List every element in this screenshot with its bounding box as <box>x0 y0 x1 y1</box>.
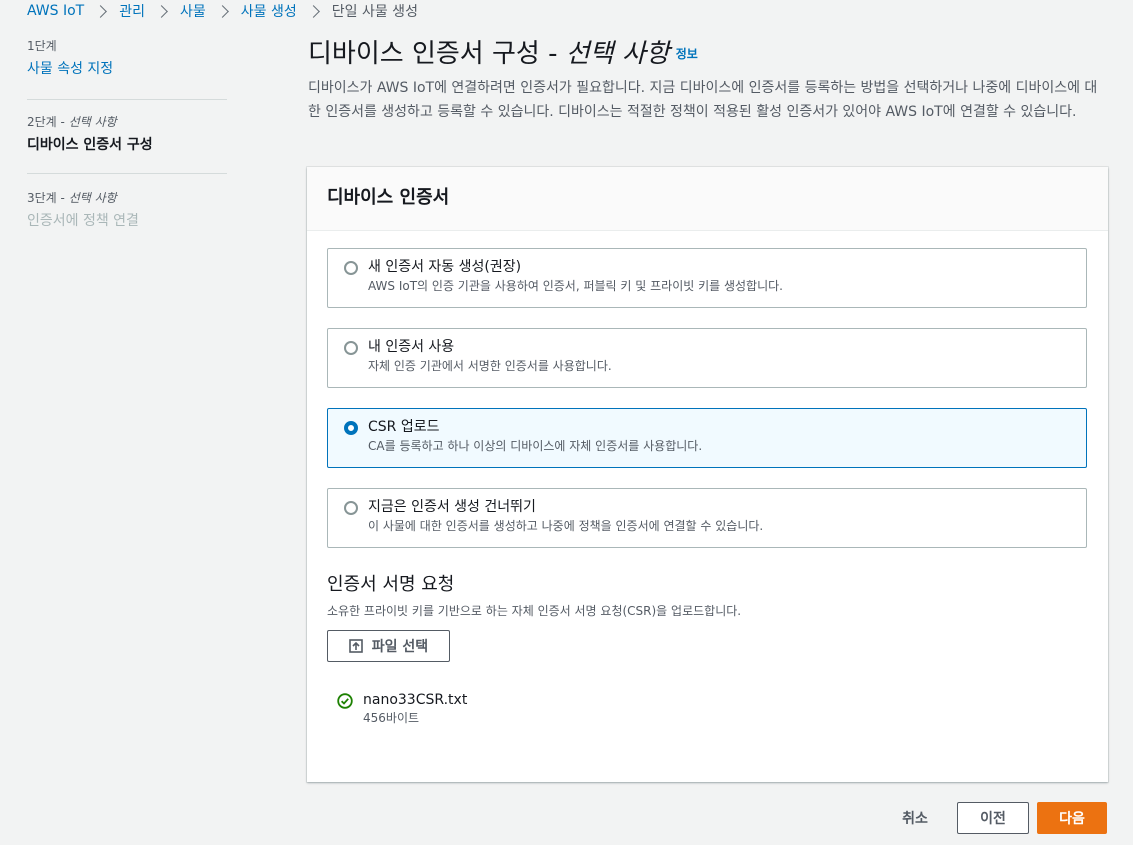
info-link[interactable]: 정보 <box>676 47 698 61</box>
chevron-right-icon <box>215 4 229 18</box>
page-title-optional: 선택 사항 <box>565 39 670 69</box>
file-name: nano33CSR.txt <box>363 692 468 708</box>
option-description: 자체 인증 기관에서 서명한 인증서를 사용합니다. <box>368 359 612 373</box>
breadcrumb-create-things[interactable]: 사물 생성 <box>241 1 297 21</box>
radio-button[interactable] <box>344 501 358 515</box>
radio-button[interactable] <box>344 261 358 275</box>
option-description: AWS IoT의 인증 기관을 사용하여 인증서, 퍼블릭 키 및 프라이빗 키… <box>368 279 783 293</box>
step-2-optional: 선택 사항 <box>68 115 117 129</box>
csr-description: 소유한 프라이빗 키를 기반으로 하는 자체 인증서 서명 요청(CSR)을 업… <box>327 604 742 618</box>
csr-title: 인증서 서명 요청 <box>327 574 455 595</box>
step-1-title[interactable]: 사물 속성 지정 <box>27 59 227 79</box>
check-circle-icon <box>337 693 353 709</box>
panel-header: 디바이스 인증서 <box>307 167 1108 231</box>
page-title: 디바이스 인증서 구성 - 선택 사항 정보 <box>308 39 698 69</box>
radio-button[interactable] <box>344 341 358 355</box>
option-description: CA를 등록하고 하나 이상의 디바이스에 자체 인증서를 사용합니다. <box>368 439 703 453</box>
chevron-right-icon <box>94 4 108 18</box>
option-title: CSR 업로드 <box>368 419 440 435</box>
option-upload-csr[interactable]: CSR 업로드 CA를 등록하고 하나 이상의 디바이스에 자체 인증서를 사용… <box>327 408 1087 468</box>
option-skip-certificate[interactable]: 지금은 인증서 생성 건너뛰기 이 사물에 대한 인증서를 생성하고 나중에 정… <box>327 488 1087 548</box>
step-3-optional: 선택 사항 <box>68 191 117 205</box>
option-title: 새 인증서 자동 생성(권장) <box>368 259 522 275</box>
breadcrumb-aws-iot[interactable]: AWS IoT <box>27 3 84 19</box>
breadcrumb-manage[interactable]: 관리 <box>119 1 145 21</box>
step-1-number: 1단계 <box>27 39 57 53</box>
option-title: 지금은 인증서 생성 건너뛰기 <box>368 499 536 515</box>
device-certificate-panel: 디바이스 인증서 새 인증서 자동 생성(권장) AWS IoT의 인증 기관을… <box>307 167 1108 782</box>
breadcrumb: AWS IoT 관리 사물 사물 생성 단일 사물 생성 <box>27 0 418 22</box>
next-button[interactable]: 다음 <box>1037 802 1107 834</box>
step-2-number: 2단계 - 선택 사항 <box>27 115 117 129</box>
option-title: 내 인증서 사용 <box>368 339 455 355</box>
choose-file-button[interactable]: 파일 선택 <box>327 630 450 662</box>
breadcrumb-current: 단일 사물 생성 <box>331 4 418 20</box>
step-3: 3단계 - 선택 사항 인증서에 정책 연결 <box>27 174 227 231</box>
option-auto-generate[interactable]: 새 인증서 자동 생성(권장) AWS IoT의 인증 기관을 사용하여 인증서… <box>327 248 1087 308</box>
chevron-right-icon <box>306 4 320 18</box>
radio-button-selected[interactable] <box>344 421 358 435</box>
file-size: 456바이트 <box>363 711 420 725</box>
csr-section: 인증서 서명 요청 소유한 프라이빗 키를 기반으로 하는 자체 인증서 서명 … <box>327 571 1087 725</box>
previous-button[interactable]: 이전 <box>957 802 1029 834</box>
step-1: 1단계 사물 속성 지정 <box>27 38 227 100</box>
wizard-steps: 1단계 사물 속성 지정 2단계 - 선택 사항 디바이스 인증서 구성 3단계… <box>27 38 227 231</box>
choose-file-label: 파일 선택 <box>371 639 429 655</box>
page-description: 디바이스가 AWS IoT에 연결하려면 인증서가 필요합니다. 지금 디바이스… <box>308 80 1098 121</box>
step-3-number: 3단계 - 선택 사항 <box>27 191 117 205</box>
option-use-my-certificate[interactable]: 내 인증서 사용 자체 인증 기관에서 서명한 인증서를 사용합니다. <box>327 328 1087 388</box>
chevron-right-icon <box>155 4 168 18</box>
main-content: 디바이스 인증서 구성 - 선택 사항 정보 디바이스가 AWS IoT에 연결하… <box>308 36 1108 124</box>
cancel-button[interactable]: 취소 <box>882 802 948 834</box>
breadcrumb-things[interactable]: 사물 <box>180 1 206 21</box>
step-3-title: 인증서에 정책 연결 <box>27 213 139 229</box>
upload-icon <box>348 639 363 653</box>
option-description: 이 사물에 대한 인증서를 생성하고 나중에 정책을 인증서에 연결할 수 있습… <box>368 519 764 533</box>
step-2: 2단계 - 선택 사항 디바이스 인증서 구성 <box>27 100 227 174</box>
step-2-title: 디바이스 인증서 구성 <box>27 137 153 153</box>
